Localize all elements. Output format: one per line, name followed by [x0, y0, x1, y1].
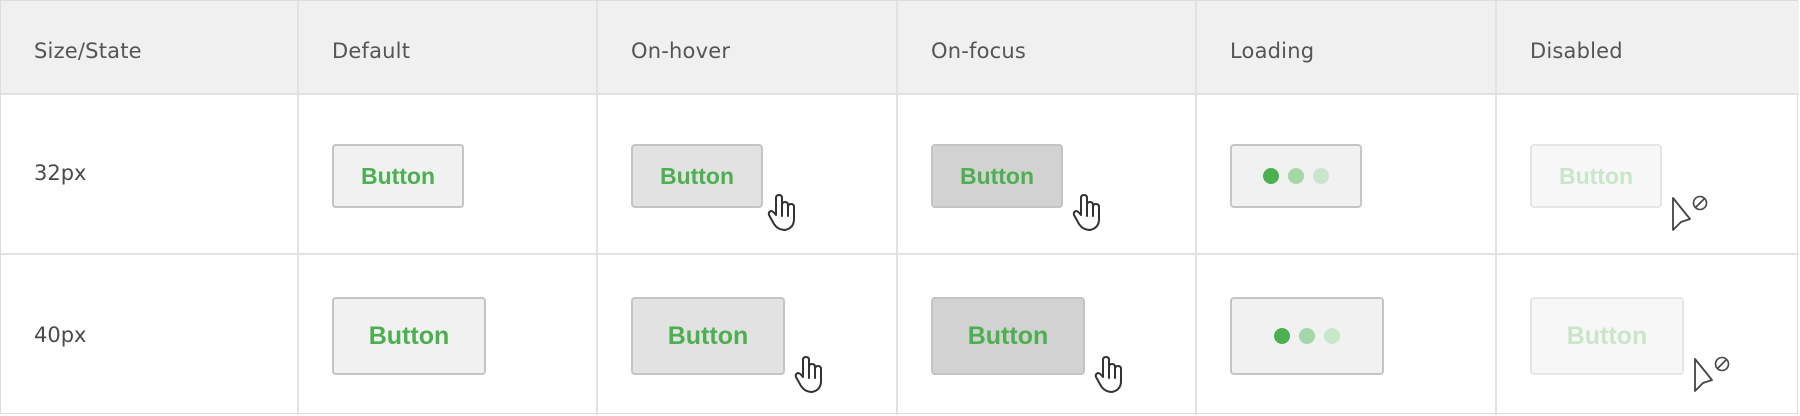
button-loading-32[interactable] — [1230, 144, 1362, 208]
header-label: On-hover — [631, 39, 731, 63]
hand-pointer-icon — [794, 356, 822, 393]
button-disabled-40: Button — [1530, 297, 1684, 375]
state-cell-default-40: Button — [299, 255, 598, 415]
state-cell-focus-32: Button — [898, 95, 1197, 255]
size-label: 32px — [34, 161, 87, 185]
header-cell-disabled: Disabled — [1497, 1, 1799, 95]
state-cell-loading-40 — [1197, 255, 1497, 415]
loading-dot — [1263, 168, 1279, 184]
button-disabled-32: Button — [1530, 144, 1662, 208]
loading-dot — [1274, 328, 1290, 344]
button-hover-40[interactable]: Button — [631, 297, 785, 375]
not-allowed-cursor-icon — [1672, 195, 1708, 231]
button-focus-32[interactable]: Button — [931, 144, 1063, 208]
button-hover-32[interactable]: Button — [631, 144, 763, 208]
state-cell-focus-40: Button — [898, 255, 1197, 415]
size-cell-40: 40px — [1, 255, 299, 415]
loading-dots — [1263, 168, 1329, 184]
header-label: Default — [332, 39, 411, 63]
loading-dot — [1313, 168, 1329, 184]
header-label: Size/State — [34, 39, 142, 63]
state-cell-hover-40: Button — [598, 255, 898, 415]
hand-pointer-icon — [767, 194, 795, 231]
loading-dot — [1324, 328, 1340, 344]
state-cell-disabled-40: Button — [1497, 255, 1799, 415]
hand-pointer-icon — [1094, 356, 1122, 393]
loading-dot — [1299, 328, 1315, 344]
state-cell-default-32: Button — [299, 95, 598, 255]
state-cell-disabled-32: Button — [1497, 95, 1799, 255]
header-cell-loading: Loading — [1197, 1, 1497, 95]
header-label: Loading — [1230, 39, 1315, 63]
button-states-table: Size/State Default On-hover On-focus Loa… — [0, 0, 1799, 415]
button-default-40[interactable]: Button — [332, 297, 486, 375]
button-loading-40[interactable] — [1230, 297, 1384, 375]
size-label: 40px — [34, 323, 87, 347]
state-cell-hover-32: Button — [598, 95, 898, 255]
header-cell-default: Default — [299, 1, 598, 95]
header-cell-size-state: Size/State — [1, 1, 299, 95]
hand-pointer-icon — [1072, 194, 1100, 231]
header-cell-on-focus: On-focus — [898, 1, 1197, 95]
header-label: On-focus — [931, 39, 1027, 63]
size-cell-32: 32px — [1, 95, 299, 255]
loading-dot — [1288, 168, 1304, 184]
button-default-32[interactable]: Button — [332, 144, 464, 208]
state-cell-loading-32 — [1197, 95, 1497, 255]
button-focus-40[interactable]: Button — [931, 297, 1085, 375]
loading-dots — [1274, 328, 1340, 344]
not-allowed-cursor-icon — [1694, 356, 1730, 392]
header-cell-on-hover: On-hover — [598, 1, 898, 95]
header-label: Disabled — [1530, 39, 1623, 63]
